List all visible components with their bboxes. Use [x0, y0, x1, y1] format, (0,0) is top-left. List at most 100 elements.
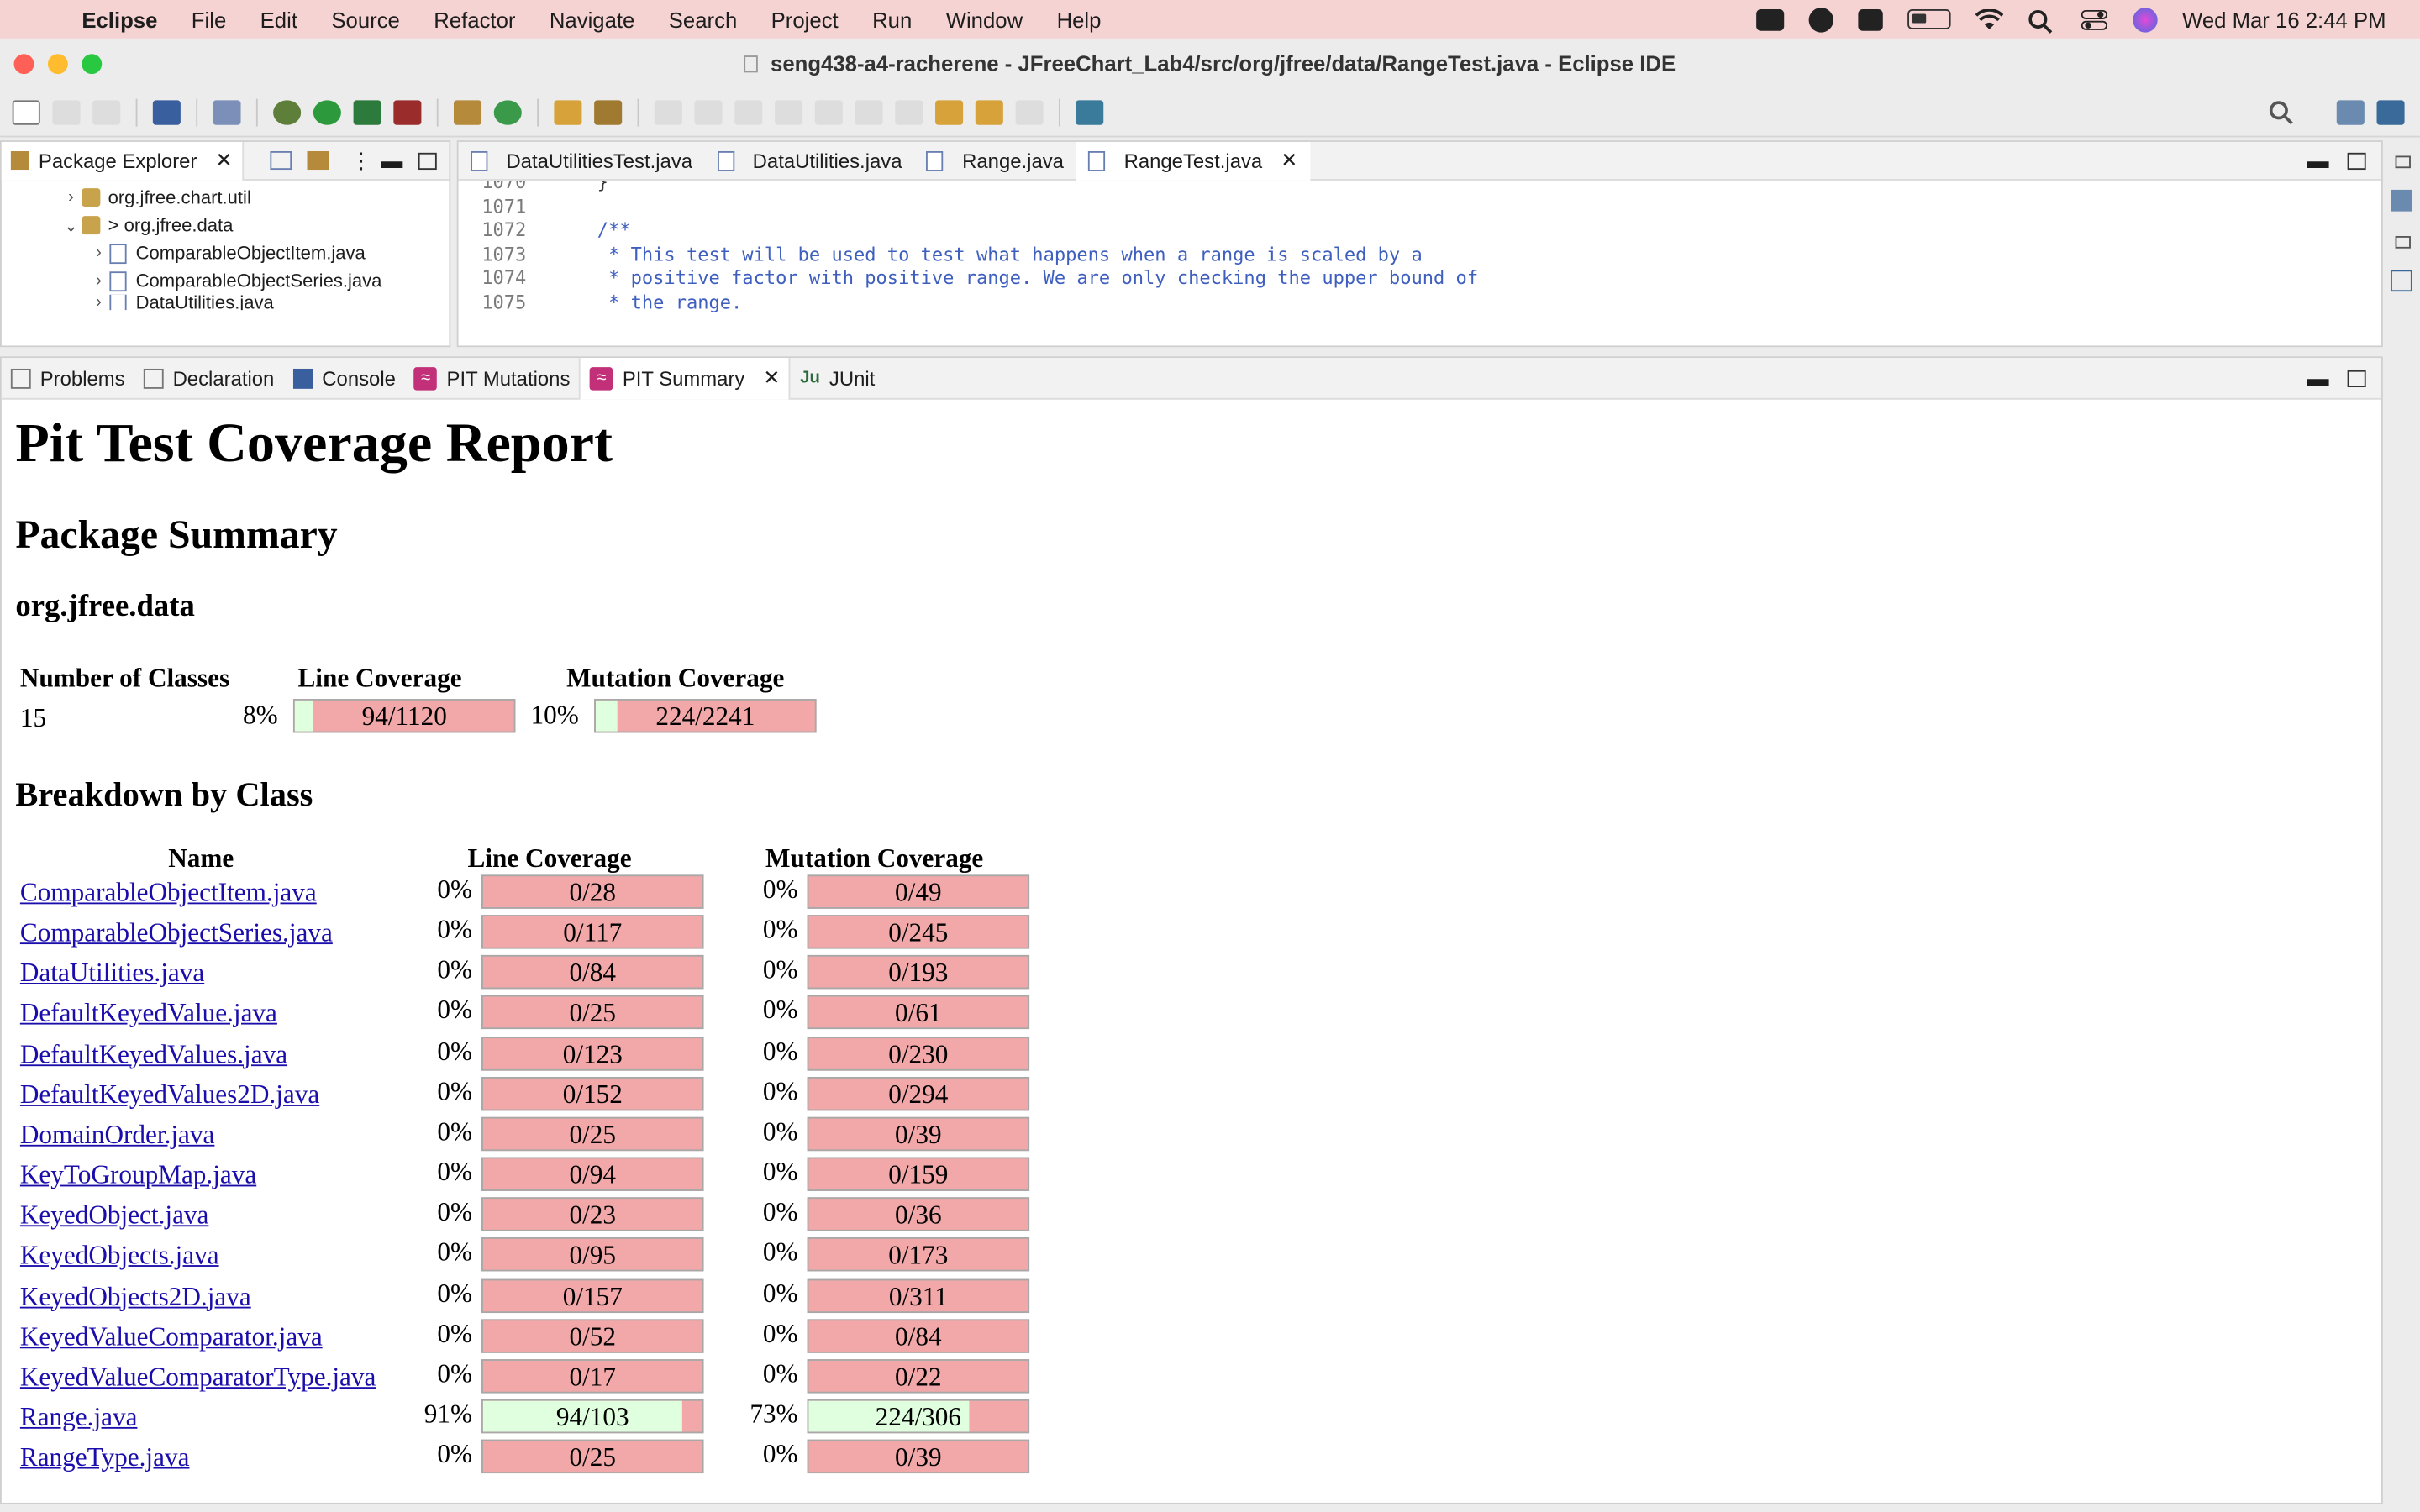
class-link[interactable]: KeyedObjects2D.java [20, 1281, 251, 1312]
video-camera-icon[interactable] [1756, 8, 1785, 30]
code-lines[interactable]: 1070} 1071 1072/** 1073 * This test will… [458, 171, 2381, 315]
menu-project[interactable]: Project [771, 7, 839, 31]
maximize-view-icon[interactable] [2347, 151, 2366, 170]
close-icon[interactable]: ✕ [215, 148, 232, 172]
new-java-class-icon[interactable] [493, 99, 522, 124]
class-link[interactable]: ComparableObjectSeries.java [20, 918, 333, 949]
close-icon[interactable]: ✕ [763, 365, 780, 390]
class-link[interactable]: KeyedValueComparator.java [20, 1321, 323, 1352]
show-whitespace-icon[interactable] [775, 99, 803, 124]
prev-annotation-icon[interactable] [895, 99, 923, 124]
class-link[interactable]: KeyedValueComparatorType.java [20, 1362, 376, 1393]
pin-editor-icon[interactable] [1076, 99, 1104, 124]
collapse-twisty-icon[interactable]: ⌄ [60, 215, 82, 235]
class-link[interactable]: Range.java [20, 1402, 138, 1433]
outline-view-icon[interactable] [2391, 189, 2412, 212]
menu-file[interactable]: File [192, 7, 226, 31]
tab-pit-mutations[interactable]: ≈ PIT Mutations [405, 357, 579, 399]
menu-run[interactable]: Run [872, 7, 912, 31]
class-link[interactable]: DataUtilities.java [20, 958, 204, 990]
new-icon[interactable] [12, 99, 40, 124]
menu-navigate[interactable]: Navigate [550, 7, 635, 31]
toggle-block-selection-icon[interactable] [694, 99, 723, 124]
expand-twisty-icon[interactable]: › [60, 188, 82, 207]
toggle-mark-occurrences-icon[interactable] [654, 99, 682, 124]
class-link[interactable]: KeyToGroupMap.java [20, 1160, 256, 1191]
app-menu-eclipse[interactable]: Eclipse [82, 7, 157, 31]
status-app-icon[interactable] [1808, 7, 1833, 32]
menu-edit[interactable]: Edit [260, 7, 297, 31]
tab-data-utilities-test[interactable]: DataUtilitiesTest.java [458, 141, 704, 180]
tab-problems[interactable]: Problems [2, 357, 134, 399]
minimize-view-icon[interactable]: ▬ [2307, 148, 2329, 172]
save-icon[interactable] [52, 99, 81, 124]
class-link[interactable]: KeyedObjects.java [20, 1241, 219, 1272]
siri-icon[interactable] [2133, 7, 2158, 32]
class-link[interactable]: KeyedObject.java [20, 1200, 209, 1231]
coverage-icon[interactable] [353, 99, 381, 124]
view-menu-icon[interactable]: ⋮ [350, 147, 372, 173]
class-link[interactable]: DefaultKeyedValues2D.java [20, 1079, 319, 1110]
class-link[interactable]: DomainOrder.java [20, 1120, 215, 1151]
open-type-icon[interactable] [554, 99, 582, 124]
java-perspective-icon[interactable] [2376, 99, 2405, 124]
close-icon[interactable]: ✕ [1281, 148, 1297, 172]
class-link[interactable]: RangeType.java [20, 1442, 190, 1473]
skip-breakpoints-icon[interactable] [213, 99, 241, 124]
next-annotation-icon[interactable] [855, 99, 883, 124]
class-link[interactable]: ComparableObjectItem.java [20, 878, 317, 909]
expand-twisty-icon[interactable]: › [88, 295, 110, 310]
forward-icon[interactable] [1015, 99, 1044, 124]
tab-pit-summary[interactable]: ≈ PIT Summary ✕ [579, 357, 792, 399]
word-wrap-icon[interactable] [734, 99, 763, 124]
wifi-icon[interactable] [1975, 8, 2004, 30]
collapse-all-icon[interactable] [270, 150, 292, 171]
tree-item-jfree-data[interactable]: ⌄ > org.jfree.data [2, 212, 450, 239]
close-window-button[interactable] [13, 54, 34, 75]
back-icon[interactable] [975, 99, 1003, 124]
last-edit-icon[interactable] [935, 99, 964, 124]
search-tool-icon[interactable] [594, 99, 623, 124]
open-perspective-icon[interactable] [2336, 99, 2365, 124]
restore-icon[interactable] [2395, 236, 2411, 249]
menu-help[interactable]: Help [1057, 7, 1102, 31]
run-icon[interactable] [313, 99, 341, 124]
control-center-icon[interactable] [2081, 8, 2108, 30]
menubar-clock[interactable]: Wed Mar 16 2:44 PM [2182, 7, 2386, 31]
zoom-window-button[interactable] [82, 54, 103, 75]
debug-icon[interactable] [273, 99, 302, 124]
tree-item-chart-util[interactable]: › org.jfree.chart.util [2, 184, 450, 212]
minimize-view-icon[interactable]: ▬ [381, 148, 403, 172]
pilcrow-icon[interactable] [814, 99, 843, 124]
tree-item-comparable-object-series[interactable]: › ComparableObjectSeries.java [2, 267, 450, 295]
tab-package-explorer[interactable]: Package Explorer ✕ [1, 141, 244, 180]
menu-source[interactable]: Source [331, 7, 399, 31]
link-with-editor-icon[interactable] [307, 150, 329, 171]
external-tools-icon[interactable] [393, 99, 422, 124]
search-icon[interactable] [2269, 99, 2296, 124]
maximize-view-icon[interactable] [2347, 369, 2366, 387]
new-java-package-icon[interactable] [453, 99, 482, 124]
menu-refactor[interactable]: Refactor [434, 7, 515, 31]
terminal-icon[interactable] [152, 99, 181, 124]
battery-icon[interactable] [1907, 9, 1951, 29]
tree-item-comparable-object-item[interactable]: › ComparableObjectItem.java [2, 239, 450, 267]
tree-item-data-utilities[interactable]: › DataUtilities.java [2, 294, 450, 311]
tab-range-test[interactable]: RangeTest.java ✕ [1076, 141, 1310, 180]
tab-junit[interactable]: Ju JUnit [791, 357, 884, 399]
class-link[interactable]: DefaultKeyedValue.java [20, 999, 277, 1030]
tab-data-utilities[interactable]: DataUtilities.java [705, 141, 914, 180]
maximize-view-icon[interactable] [418, 151, 437, 170]
tab-declaration[interactable]: Declaration [134, 357, 284, 399]
menu-window[interactable]: Window [946, 7, 1023, 31]
menu-search[interactable]: Search [669, 7, 737, 31]
class-link[interactable]: DefaultKeyedValues.java [20, 1039, 287, 1070]
tab-range[interactable]: Range.java [914, 141, 1076, 180]
expand-twisty-icon[interactable]: › [88, 244, 110, 262]
keyboard-input-icon[interactable] [1858, 8, 1883, 30]
minimize-window-button[interactable] [47, 54, 68, 75]
task-list-icon[interactable] [2391, 270, 2412, 292]
expand-twisty-icon[interactable]: › [88, 271, 110, 290]
minimize-view-icon[interactable]: ▬ [2307, 365, 2329, 390]
save-all-icon[interactable] [92, 99, 121, 124]
